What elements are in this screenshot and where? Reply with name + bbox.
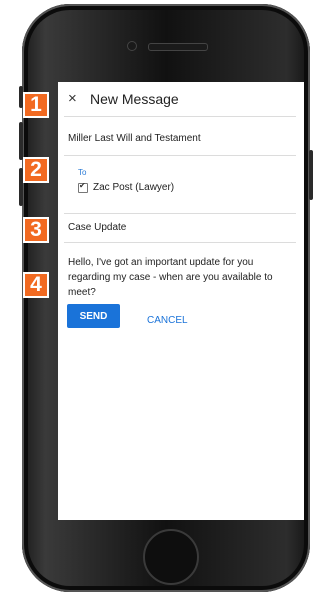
cancel-button[interactable]: CANCEL [147,315,188,326]
step-badge-1: 1 [23,92,49,118]
front-camera [127,41,137,51]
page-title: New Message [90,91,179,107]
step-badge-4: 4 [23,272,49,298]
message-header: × New Message [58,82,304,116]
divider [64,213,296,214]
recipient-checkbox[interactable] [78,181,88,193]
divider [64,155,296,156]
recipient-item[interactable]: Zac Post (Lawyer) [78,181,175,193]
home-button[interactable] [143,529,199,585]
phone-screen: × New Message Miller Last Will and Testa… [58,82,304,520]
send-button[interactable]: SEND [67,304,120,328]
earpiece-speaker [148,43,208,51]
recipient-name: Zac Post (Lawyer) [93,182,175,193]
power-button [309,150,313,200]
subject-field[interactable]: Miller Last Will and Testament [68,133,201,144]
message-body-field[interactable]: Hello, I've got an important update for … [68,255,296,300]
divider [64,116,296,117]
step-badge-2: 2 [23,157,49,183]
step-badge-3: 3 [23,217,49,243]
divider [64,242,296,243]
to-label: To [78,168,87,177]
topic-field[interactable]: Case Update [68,222,126,233]
close-icon[interactable]: × [68,91,77,107]
volume-up-button [19,122,23,160]
